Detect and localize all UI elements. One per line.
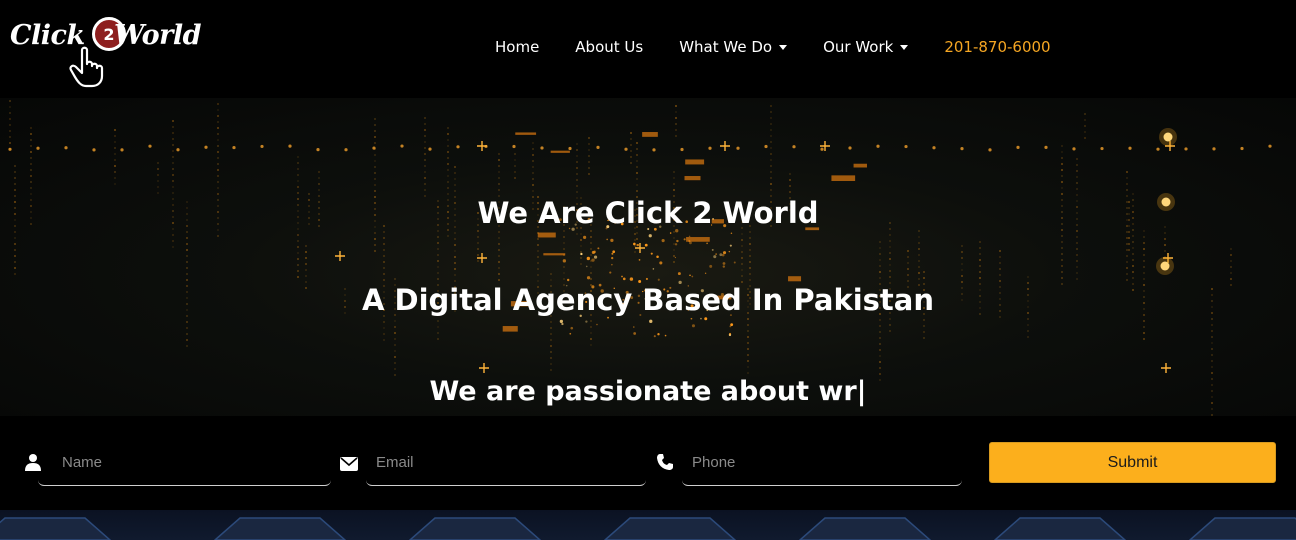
nav-what-we-do-label: What We Do <box>679 38 773 56</box>
name-input[interactable] <box>62 450 325 474</box>
name-field-wrap <box>38 444 331 486</box>
nav-what-we-do[interactable]: What We Do <box>679 38 788 56</box>
chevron-down-icon <box>900 44 909 50</box>
submit-button[interactable]: Submit <box>989 442 1276 483</box>
hero-banner: We Are Click 2 World A Digital Agency Ba… <box>0 98 1296 416</box>
email-input[interactable] <box>376 450 626 474</box>
envelope-icon <box>340 457 358 471</box>
email-field-wrap <box>366 444 646 486</box>
phone-field-wrap <box>682 444 962 486</box>
logo-text-right: World <box>114 20 202 51</box>
nav-our-work[interactable]: Our Work <box>823 38 909 56</box>
chevron-down-icon <box>779 44 788 50</box>
main-nav: Home About Us What We Do Our Work 201-87… <box>495 38 1051 56</box>
logo[interactable]: Click 2 World <box>8 10 218 90</box>
hero-subtitle: A Digital Agency Based In Pakistan <box>361 283 935 317</box>
phone-input[interactable] <box>692 450 942 474</box>
hero-typing-text: We are passionate about wr| <box>429 376 867 407</box>
nav-about[interactable]: About Us <box>575 38 643 56</box>
contact-form: Submit <box>0 416 1296 510</box>
hero-title: We Are Click 2 World <box>477 196 819 230</box>
site-header: Click 2 World Home About Us What We Do O… <box>0 0 1296 98</box>
nav-home[interactable]: Home <box>495 38 539 56</box>
nav-our-work-label: Our Work <box>823 38 894 56</box>
nav-phone-link[interactable]: 201-870-6000 <box>944 38 1050 56</box>
hand-pointer-icon <box>69 46 104 88</box>
phone-icon <box>657 454 673 470</box>
next-section-preview <box>0 510 1296 540</box>
hero-background-image <box>8 100 1272 416</box>
hexagon-pattern-image <box>0 517 1296 540</box>
